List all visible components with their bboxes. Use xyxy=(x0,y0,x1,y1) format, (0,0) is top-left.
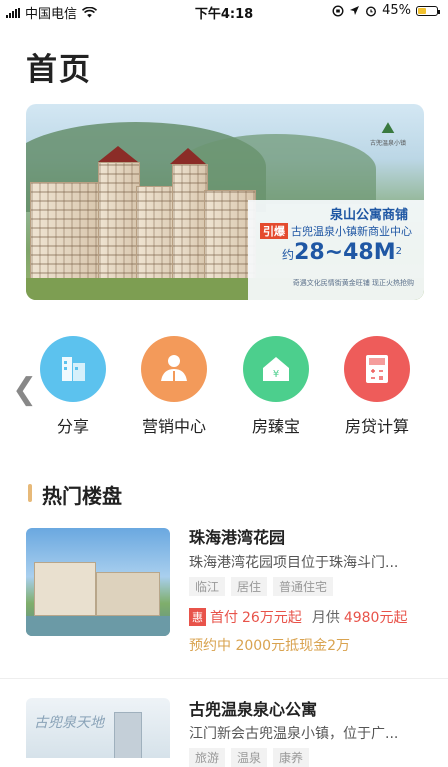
status-bar: 中国电信 下午4:18 45% xyxy=(0,0,448,22)
listing-image[interactable] xyxy=(26,528,170,636)
listing-tag: 居住 xyxy=(231,577,268,596)
listing-tag: 普通住宅 xyxy=(273,577,334,596)
calculator-icon xyxy=(344,336,410,402)
orientation-lock-icon xyxy=(332,4,344,17)
listing-tags: 临江 居住 普通住宅 xyxy=(189,577,334,596)
banner-building xyxy=(98,162,140,284)
listing-image-building xyxy=(34,562,96,616)
logo-mark-icon: ⛰ xyxy=(381,118,395,137)
listing-price: 惠 首付 26万元起 月供 4980元起 xyxy=(189,607,407,627)
down-payment-value: 26万元起 xyxy=(242,610,302,626)
banner-logo: ⛰ 古兜温泉小镇 xyxy=(368,118,408,158)
banner-area: 约28~48M2 xyxy=(282,240,402,265)
listing-image-water xyxy=(26,616,170,636)
listing-tag: 临江 xyxy=(189,577,226,596)
house-icon: ¥ xyxy=(243,336,309,402)
share-building-icon xyxy=(40,336,106,402)
divider xyxy=(0,678,448,679)
quick-action-label: 分享 xyxy=(56,417,89,436)
svg-text:¥: ¥ xyxy=(273,369,279,380)
quick-action-marketing-center[interactable]: 营销中心 xyxy=(141,336,207,437)
quick-action-label: 房臻宝 xyxy=(251,417,300,436)
banner-area-unit-sup: 2 xyxy=(395,246,402,257)
battery-percent: 45% xyxy=(382,3,411,18)
listing-name[interactable]: 古兜温泉泉心公寓 xyxy=(189,696,317,720)
alarm-icon xyxy=(366,5,377,17)
banner-area-value: 28~48M xyxy=(294,240,396,265)
banner-building xyxy=(30,182,102,284)
quick-action-mortgage-calculator[interactable]: 房贷计算 xyxy=(344,336,410,437)
banner-subline: 引爆 古兜温泉小镇新商业中心 xyxy=(260,223,412,239)
listing-desc: 江门新会古兜温泉小镇，位于广... xyxy=(189,726,399,742)
banner-roof xyxy=(98,146,138,162)
back-arrow-icon[interactable]: ❮ xyxy=(12,372,37,407)
banner-building xyxy=(172,164,208,284)
listing-image-text: 古兜泉天地 xyxy=(34,715,104,731)
promo-banner[interactable]: ⛰ 古兜温泉小镇 泉山公寓商铺 引爆 古兜温泉小镇新商业中心 约28~48M2 奇… xyxy=(26,104,424,300)
banner-area-prefix: 约 xyxy=(282,248,295,262)
banner-footnote: 奇遇文化民情街黄金旺铺 现正火热抢购 xyxy=(292,279,414,287)
section-title: 热门楼盘 xyxy=(42,484,122,508)
banner-headline: 泉山公寓商铺 xyxy=(329,208,408,223)
presale-info: 预约中 2000元抵现金2万 xyxy=(189,638,350,654)
location-icon xyxy=(350,6,360,15)
banner-roof xyxy=(170,148,206,164)
battery-fill xyxy=(418,7,427,14)
people-icon xyxy=(141,336,207,402)
quick-action-share[interactable]: 分享 xyxy=(40,336,106,437)
listing-name[interactable]: 珠海港湾花园 xyxy=(189,524,285,548)
listing-image-building xyxy=(96,572,160,616)
monthly-label: 月供 xyxy=(311,610,340,626)
page-title: 首页 xyxy=(26,52,92,88)
status-right: 45% xyxy=(332,3,440,18)
banner-badge: 引爆 xyxy=(260,223,288,239)
banner-subline-text: 古兜温泉小镇新商业中心 xyxy=(291,225,412,238)
section-accent-bar xyxy=(28,484,32,502)
listing-image[interactable]: 古兜泉天地 xyxy=(26,698,170,758)
listing-desc: 珠海港湾花园项目位于珠海斗门... xyxy=(189,555,399,571)
monthly-value: 4980元起 xyxy=(343,610,408,626)
quick-action-label: 营销中心 xyxy=(141,417,206,436)
listing-image-building xyxy=(114,712,142,758)
discount-badge: 惠 xyxy=(189,608,206,626)
battery-icon xyxy=(416,5,440,16)
quick-action-fangzhenbao[interactable]: ¥ 房臻宝 xyxy=(243,336,309,437)
banner-logo-text: 古兜温泉小镇 xyxy=(369,140,406,147)
quick-action-label: 房贷计算 xyxy=(344,417,409,436)
down-payment-label: 首付 xyxy=(210,610,238,626)
